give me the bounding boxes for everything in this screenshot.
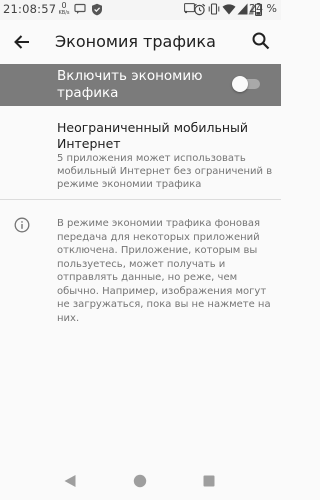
vibrate-icon xyxy=(208,3,220,15)
nav-recents-icon[interactable] xyxy=(203,475,215,487)
info-icon xyxy=(14,217,30,233)
data-saver-master-switch[interactable]: Включить экономию трафика xyxy=(0,64,281,106)
unrestricted-data-summary: 5 приложения может использовать мобильны… xyxy=(57,153,273,190)
footer-info-text: В режиме экономии трафика фоновая переда… xyxy=(57,218,271,324)
network-speed-unit: KB/s xyxy=(58,10,70,16)
battery-percent: 24 % xyxy=(249,2,277,15)
divider xyxy=(0,199,281,200)
wifi-icon xyxy=(222,4,236,15)
status-bar: 21:08:57 0 KB/s 24 % xyxy=(0,0,281,20)
network-speed-value: 0 xyxy=(61,1,67,10)
navigation-bar xyxy=(0,462,281,500)
app-bar: Экономия трафика xyxy=(0,20,281,64)
unrestricted-data-item[interactable]: Неограниченный мобильный Интернет 5 прил… xyxy=(0,106,281,198)
network-speed: 0 KB/s xyxy=(57,2,71,17)
signal-icon xyxy=(237,3,248,15)
search-icon[interactable] xyxy=(251,31,271,51)
nav-back-icon[interactable] xyxy=(63,474,77,488)
master-switch-label: Включить экономию трафика xyxy=(57,68,203,101)
alarm-icon xyxy=(193,3,206,16)
unrestricted-data-title: Неограниченный мобильный Интернет xyxy=(57,120,249,151)
arrow-back-icon[interactable] xyxy=(12,32,32,52)
toggle-thumb[interactable] xyxy=(232,76,248,92)
nav-home-icon[interactable] xyxy=(133,474,147,488)
status-time: 21:08:57 xyxy=(3,2,57,16)
shield-check-icon xyxy=(92,3,102,16)
message-icon xyxy=(74,3,86,14)
page-title: Экономия трафика xyxy=(55,32,216,51)
